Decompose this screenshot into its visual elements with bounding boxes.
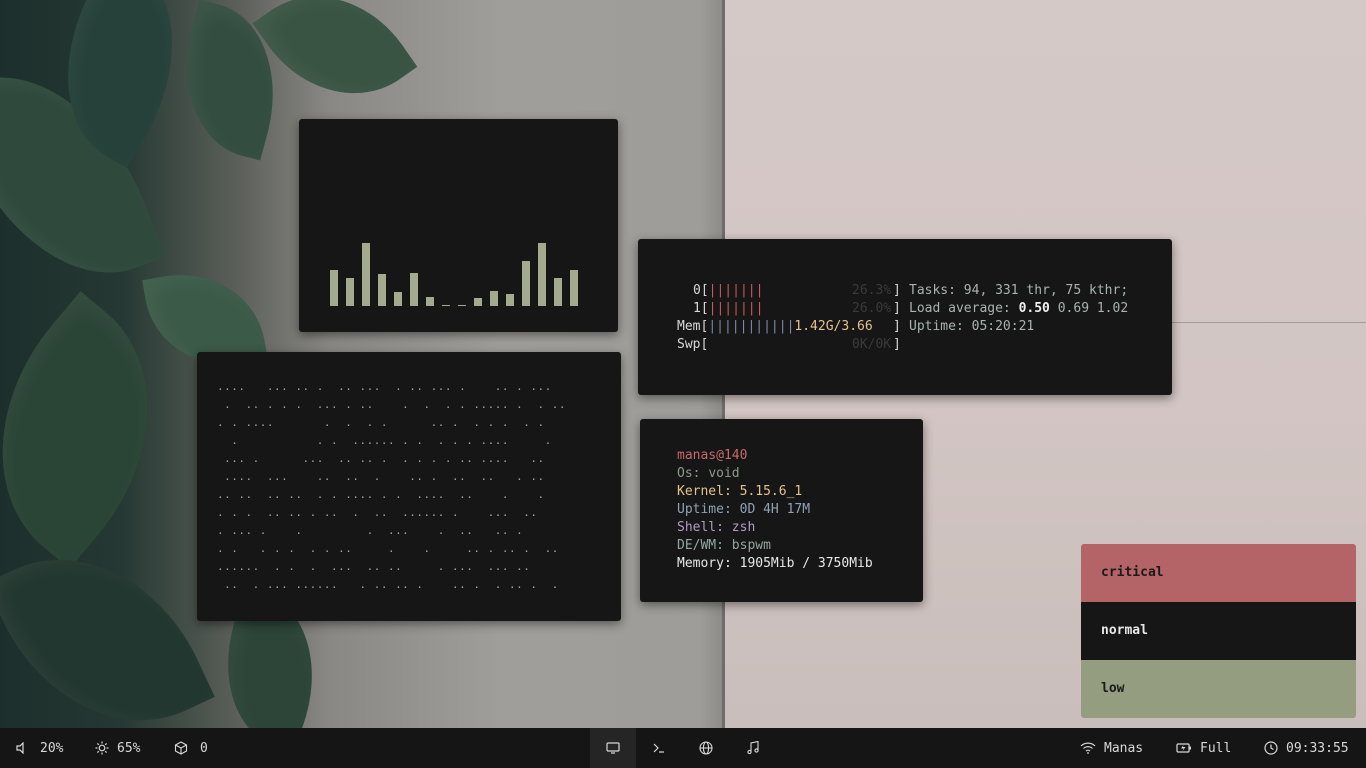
shell-value: zsh [731,520,756,535]
updates-value: 0 [200,740,208,756]
dots-text: .... ... .. . .. ... . .. ... . .. . ...… [217,380,567,591]
load-5: 0.69 [1057,301,1090,316]
volume-indicator[interactable]: 20% [16,728,63,768]
memory-label: Memory: [677,556,732,571]
browser-button[interactable] [683,728,729,768]
cpu0-value: 26.3% [852,283,892,298]
fetch-uptime: Uptime: 0D 4H 17M [677,502,810,517]
htop-widget: 0[||||||| 26.3% ] 1[||||||| 26.0% ] Mem[… [638,239,1172,395]
battery-status: Full [1200,740,1232,756]
sysinfo-fetch-widget: manas@140 Os: void Kernel: 5.15.6_1 Upti… [640,419,923,602]
memory-value: 1905Mib / 3750Mib [739,556,873,571]
volume-value: 20% [40,740,64,756]
cpu0-label: 0[ [693,283,709,298]
volume-icon [16,742,28,754]
kernel-label: Kernel: [677,484,732,499]
visualizer-bar [378,274,386,306]
clock-time: 09:33:55 [1286,740,1349,756]
cpu1-bars: ||||||| [708,301,764,316]
fetch-user: manas@140 [677,448,748,463]
uptime-line: Uptime: 05:20:21 [909,319,1034,334]
mem-bars: ||||||||||| [708,319,795,334]
swp-close: ] [893,337,901,352]
visualizer-bar [522,261,530,306]
visualizer-bar [506,294,514,306]
load-label: Load average: [909,301,1011,316]
visualizer-bar [426,297,434,306]
updates-indicator[interactable]: 0 [174,728,208,768]
cpu0-meter: 0[||||||| [693,283,763,298]
fetch-memory: Memory: 1905Mib / 3750Mib [677,556,873,571]
visualizer-bar [442,305,450,306]
taskbar: 20% 65% 0 Manas Full 09:33:55 [0,728,1366,768]
monitor-icon [606,742,620,754]
cpu1-meter: 1[||||||| [693,301,763,316]
notification-critical[interactable]: critical [1081,544,1356,602]
terminal-icon [652,742,666,754]
mem-meter: Mem[|||||||||||1.42G/3.66 [677,319,873,334]
brightness-icon [95,741,109,755]
visualizer-bar [490,291,498,306]
visualizer-bar [474,298,482,306]
battery-indicator[interactable]: Full [1176,728,1231,768]
fetch-shell: Shell: zsh [677,520,755,535]
audio-visualizer-widget [299,119,618,332]
visualizer-bar [570,270,578,306]
visualizer-bar [362,243,370,306]
dewm-value: bspwm [731,538,771,553]
swp-label: Swp[ [677,337,709,352]
visualizer-bar [458,305,466,306]
desktop-button[interactable] [590,728,636,768]
visualizer-bar [538,243,546,306]
brightness-value: 65% [117,740,141,756]
swp-value: 0K/0K [852,337,892,352]
brightness-indicator[interactable]: 65% [95,728,140,768]
visualizer-bar [346,278,354,306]
tasks-value: 94, 331 thr, 75 kthr; [963,283,1129,298]
fetch-kernel: Kernel: 5.15.6_1 [677,484,802,499]
visualizer-bar [554,278,562,306]
cpu0-close: ] [893,283,901,298]
package-icon [174,741,188,755]
load-15: 1.02 [1096,301,1129,316]
dewm-label: DE/WM: [677,538,724,553]
dots-animation-widget: .... ... .. . .. ... . .. ... . .. . ...… [197,352,621,621]
tasks-line: Tasks: 94, 331 thr, 75 kthr; [909,283,1128,298]
kernel-value: 5.15.6_1 [739,484,803,499]
terminal-button[interactable] [636,728,682,768]
globe-icon [699,741,713,755]
tasks-label: Tasks: [909,283,956,298]
cpu1-value: 26.0% [852,301,892,316]
mem-label: Mem[ [677,319,709,334]
fetch-os: Os: void [677,466,740,481]
load-1: 0.50 [1018,301,1050,316]
notification-normal[interactable]: normal [1081,602,1356,660]
cpu1-label: 1[ [693,301,709,316]
fetch-dewm: DE/WM: bspwm [677,538,771,553]
visualizer-bar [394,292,402,306]
uptime-value: 05:20:21 [971,319,1035,334]
clock[interactable]: 09:33:55 [1264,728,1349,768]
wifi-network-name: Manas [1104,740,1144,756]
wifi-icon [1080,742,1096,754]
cpu0-bars: ||||||| [708,283,764,298]
wifi-indicator[interactable]: Manas [1080,728,1143,768]
os-label: Os: [677,466,701,481]
mem-close: ] [893,319,901,334]
os-value: void [708,466,740,481]
visualizer-bar [410,273,418,306]
shell-label: Shell: [677,520,724,535]
battery-charging-icon [1176,742,1192,754]
uptime-label: Uptime: [909,319,964,334]
cpu1-close: ] [893,301,901,316]
notification-low[interactable]: low [1081,660,1356,718]
uptime-value: 0D 4H 17M [739,502,811,517]
visualizer-bar [330,270,338,306]
load-line: Load average: 0.50 0.69 1.02 [909,301,1128,316]
music-button[interactable] [730,728,776,768]
mem-value: 1.42G/3.66 [794,319,873,334]
uptime-label: Uptime: [677,502,732,517]
clock-icon [1264,741,1278,755]
music-note-icon [746,741,760,755]
